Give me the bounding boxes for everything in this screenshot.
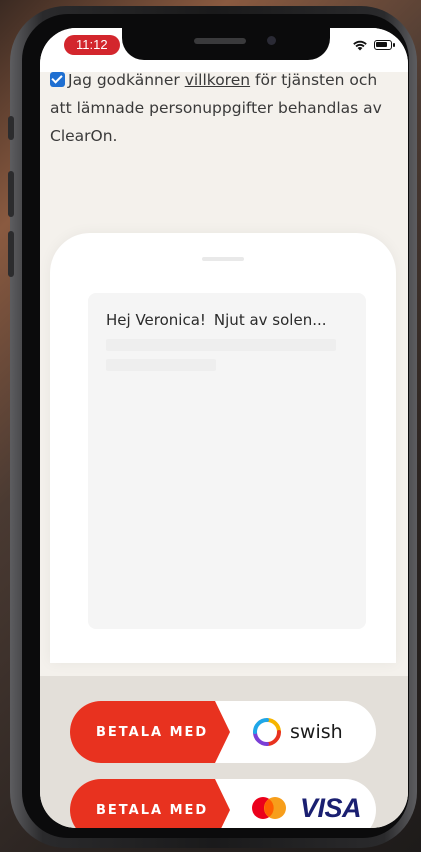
volume-up-button (8, 171, 14, 217)
placeholder-line (106, 339, 336, 351)
greeting-message: Njut av solen... (213, 311, 327, 329)
swish-logo-icon (253, 718, 281, 746)
status-time: 11:12 (64, 35, 120, 55)
preview-greeting: Hej Veronica! Njut av solen... (106, 311, 327, 329)
greeting-name: Hej Veronica! (106, 311, 206, 329)
swish-wordmark: swish (290, 721, 343, 743)
status-icons (352, 39, 395, 51)
message-preview-phone: Hej Veronica! Njut av solen... (50, 233, 396, 663)
battery-icon (374, 40, 395, 50)
volume-down-button (8, 231, 14, 277)
speaker-grille (194, 38, 246, 44)
payment-section: BETALA MED swish BETALA MED VISA (40, 676, 408, 828)
pay-with-card-button[interactable]: BETALA MED VISA (70, 779, 376, 828)
pay-label: BETALA MED (70, 779, 230, 828)
consent-text-start: Jag godkänner (68, 71, 185, 89)
placeholder-line (106, 359, 216, 371)
mastercard-logo-icon (252, 796, 286, 819)
terms-link[interactable]: villkoren (185, 71, 250, 89)
front-camera (267, 36, 276, 45)
phone-screen: 11:12 Jag godkänner villkoren för tjänst… (40, 28, 408, 828)
message-preview-card: Hej Veronica! Njut av solen... (88, 293, 366, 629)
consent-checkbox[interactable] (50, 72, 65, 87)
notch (122, 28, 330, 60)
visa-logo: VISA (300, 793, 362, 823)
preview-speaker (202, 257, 244, 261)
card-logos: VISA (250, 793, 362, 824)
consent-section: Jag godkänner villkoren för tjänsten och… (50, 66, 400, 150)
swish-logo: swish (252, 717, 343, 747)
pay-label: BETALA MED (70, 701, 230, 763)
silent-switch (8, 116, 14, 140)
pay-with-swish-button[interactable]: BETALA MED swish (70, 701, 376, 763)
wifi-icon (353, 40, 367, 51)
